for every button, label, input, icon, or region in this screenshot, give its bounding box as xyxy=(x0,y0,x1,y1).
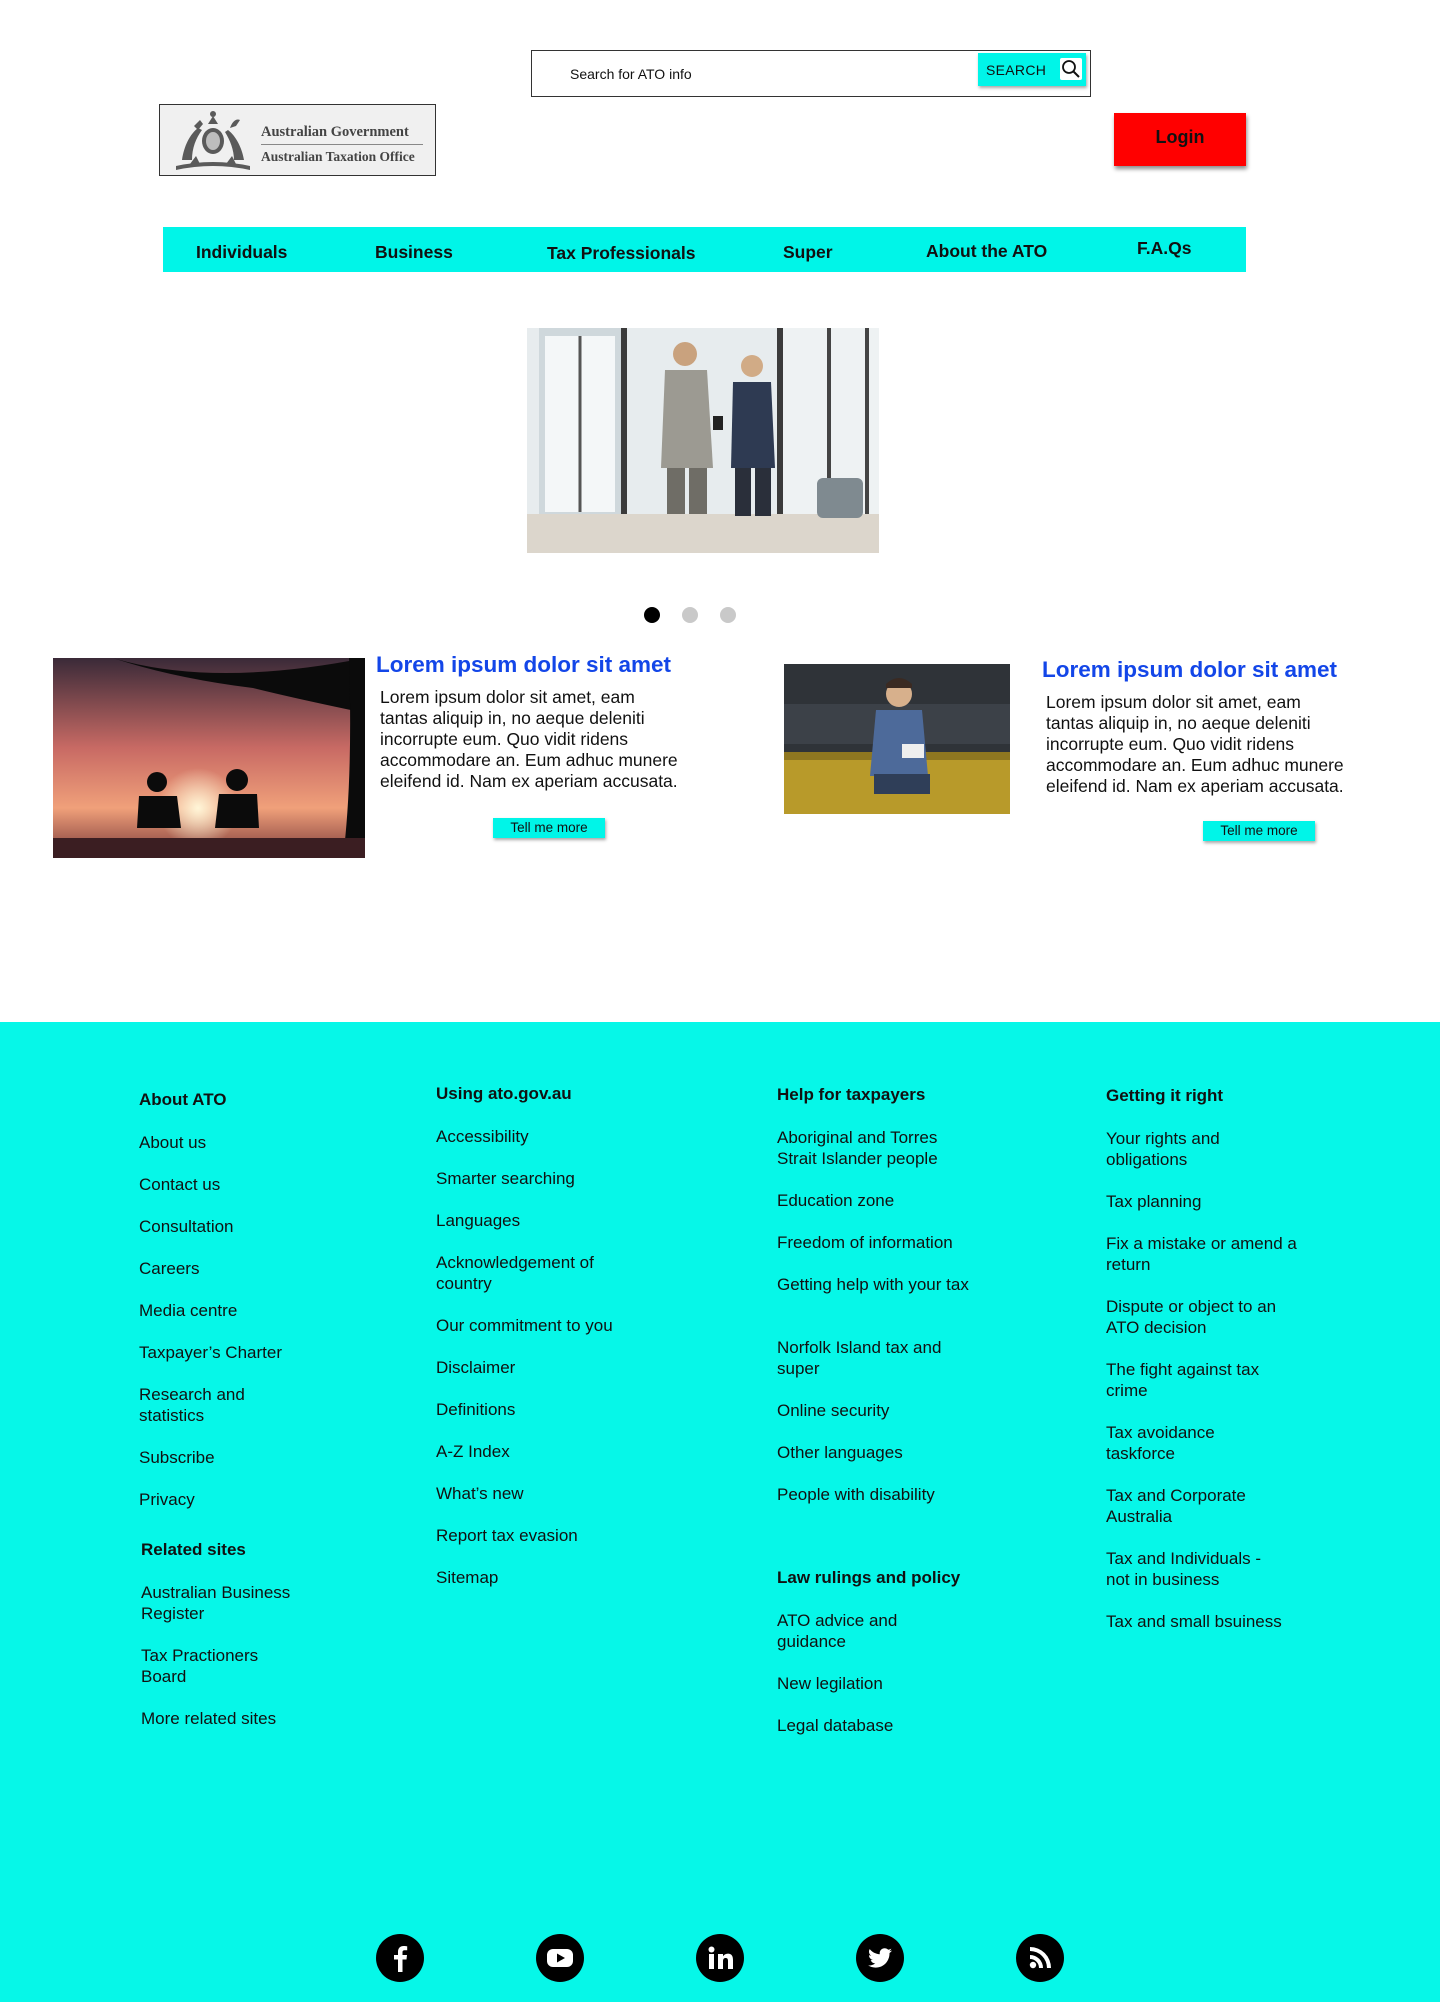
login-button[interactable]: Login xyxy=(1114,113,1246,166)
footer-link[interactable]: More related sites xyxy=(141,1708,276,1729)
footer-link[interactable]: Australian Business Register xyxy=(141,1582,301,1624)
footer-link[interactable]: ATO advice and guidance xyxy=(777,1610,927,1652)
nav-item-super[interactable]: Super xyxy=(783,242,833,263)
carousel-dot-3[interactable] xyxy=(720,607,736,623)
footer-link[interactable]: Careers xyxy=(139,1258,199,1279)
ato-logo[interactable]: Australian Government Australian Taxatio… xyxy=(159,104,436,176)
footer-link[interactable]: Acknowledgement of country xyxy=(436,1252,626,1294)
footer-link[interactable]: Our commitment to you xyxy=(436,1315,613,1336)
footer-link[interactable]: What’s new xyxy=(436,1483,524,1504)
footer-link[interactable]: Getting help with your tax xyxy=(777,1274,977,1295)
footer-link[interactable]: Dispute or object to an ATO decision xyxy=(1106,1296,1306,1338)
footer-link[interactable]: Tax Practioners Board xyxy=(141,1645,281,1687)
linkedin-icon[interactable] xyxy=(696,1934,744,1982)
footer-heading-law: Law rulings and policy xyxy=(777,1568,961,1587)
footer-link[interactable]: Online security xyxy=(777,1400,889,1421)
search-button-label: SEARCH xyxy=(986,62,1047,78)
footer-link[interactable]: People with disability xyxy=(777,1484,935,1505)
nav-item-individuals[interactable]: Individuals xyxy=(196,242,287,263)
footer-link[interactable]: About us xyxy=(139,1132,206,1153)
footer-link[interactable]: Tax and small bsuiness xyxy=(1106,1611,1282,1632)
logo-text-government: Australian Government xyxy=(261,124,409,140)
footer-link[interactable]: Report tax evasion xyxy=(436,1525,578,1546)
footer-heading-using: Using ato.gov.au xyxy=(436,1084,572,1103)
logo-divider xyxy=(261,144,423,145)
footer-link[interactable]: Fix a mistake or amend a return xyxy=(1106,1233,1306,1275)
footer-heading-getting-right: Getting it right xyxy=(1106,1086,1224,1105)
search-button[interactable]: SEARCH xyxy=(978,53,1086,86)
rss-icon[interactable] xyxy=(1016,1934,1064,1982)
main-nav: Individuals Business Tax Professionals S… xyxy=(163,227,1246,272)
article-image-man-sofa xyxy=(784,664,1010,814)
footer-heading-help: Help for taxpayers xyxy=(777,1085,926,1104)
footer-link[interactable]: Research and statistics xyxy=(139,1384,279,1426)
footer-link[interactable]: Legal database xyxy=(777,1715,893,1736)
footer-link[interactable]: New legilation xyxy=(777,1673,883,1694)
footer-link[interactable]: Taxpayer’s Charter xyxy=(139,1342,282,1363)
footer-link[interactable]: Subscribe xyxy=(139,1447,215,1468)
hero-office-photo xyxy=(527,328,879,553)
article-title[interactable]: Lorem ipsum dolor sit amet xyxy=(1042,657,1337,683)
footer-heading-related: Related sites xyxy=(141,1540,246,1559)
footer-link[interactable]: Privacy xyxy=(139,1489,195,1510)
footer-link[interactable]: Smarter searching xyxy=(436,1168,575,1189)
footer-link[interactable]: Other languages xyxy=(777,1442,903,1463)
search-icon xyxy=(1060,58,1082,80)
tell-me-more-button[interactable]: Tell me more xyxy=(493,818,605,838)
article-body: Lorem ipsum dolor sit amet, eam tantas a… xyxy=(380,687,678,791)
twitter-icon[interactable] xyxy=(856,1934,904,1982)
coat-of-arms-icon xyxy=(176,111,250,170)
footer: About ATO About us Contact us Consultati… xyxy=(0,1022,1440,2002)
article-body: Lorem ipsum dolor sit amet, eam tantas a… xyxy=(1046,692,1344,796)
footer-link[interactable]: Languages xyxy=(436,1210,520,1231)
footer-link[interactable]: Tax and Individuals - not in business xyxy=(1106,1548,1281,1590)
carousel-dot-1[interactable] xyxy=(644,607,660,623)
footer-link[interactable]: Contact us xyxy=(139,1174,220,1195)
youtube-icon[interactable] xyxy=(536,1934,584,1982)
footer-heading-about: About ATO xyxy=(139,1090,227,1109)
footer-link[interactable]: Definitions xyxy=(436,1399,515,1420)
footer-link[interactable]: The fight against tax crime xyxy=(1106,1359,1296,1401)
nav-item-faqs[interactable]: F.A.Qs xyxy=(1137,238,1191,259)
footer-link[interactable]: Disclaimer xyxy=(436,1357,515,1378)
tell-me-more-button[interactable]: Tell me more xyxy=(1203,821,1315,841)
search-bar[interactable]: Search for ATO info SEARCH xyxy=(531,50,1091,97)
nav-item-about-the-ato[interactable]: About the ATO xyxy=(926,241,1047,262)
footer-link[interactable]: Aboriginal and Torres Strait Islander pe… xyxy=(777,1127,967,1169)
footer-link[interactable]: Tax and Corporate Australia xyxy=(1106,1485,1266,1527)
footer-link[interactable]: Your rights and obligations xyxy=(1106,1128,1246,1170)
nav-item-business[interactable]: Business xyxy=(375,242,453,263)
footer-link[interactable]: Freedom of information xyxy=(777,1232,953,1253)
footer-link[interactable]: Sitemap xyxy=(436,1567,498,1588)
footer-link[interactable]: Tax avoidance taskforce xyxy=(1106,1422,1236,1464)
article-title[interactable]: Lorem ipsum dolor sit amet xyxy=(376,652,671,678)
carousel-dot-2[interactable] xyxy=(682,607,698,623)
nav-item-tax-professionals[interactable]: Tax Professionals xyxy=(547,243,696,264)
logo-text-ato: Australian Taxation Office xyxy=(261,149,415,164)
facebook-icon[interactable] xyxy=(376,1934,424,1982)
footer-link[interactable]: Accessibility xyxy=(436,1126,529,1147)
article-image-sunset xyxy=(53,658,365,858)
footer-link[interactable]: A-Z Index xyxy=(436,1441,510,1462)
footer-link[interactable]: Education zone xyxy=(777,1190,894,1211)
footer-link[interactable]: Consultation xyxy=(139,1216,234,1237)
footer-link[interactable]: Tax planning xyxy=(1106,1191,1201,1212)
search-input[interactable]: Search for ATO info xyxy=(570,66,692,82)
hero-image xyxy=(527,328,879,553)
footer-link[interactable]: Norfolk Island tax and super xyxy=(777,1337,967,1379)
footer-link[interactable]: Media centre xyxy=(139,1300,237,1321)
